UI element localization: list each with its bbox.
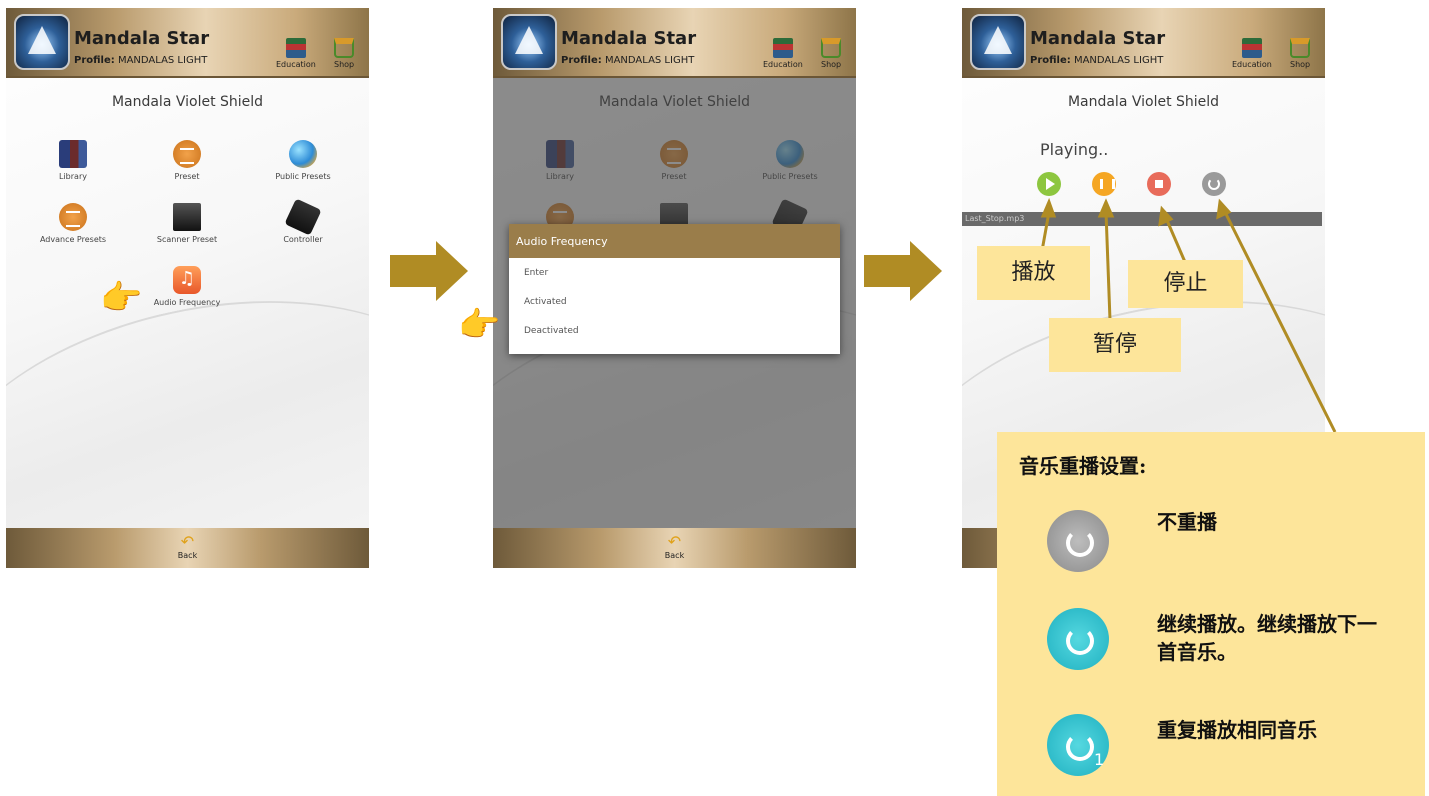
repeat-settings-legend: 音乐重播设置: 不重播 继续播放。继续播放下一首音乐。 重复播放相同音乐 1 — [997, 432, 1425, 796]
no-repeat-icon — [1047, 510, 1109, 572]
legend-no-repeat: 不重播 — [1157, 510, 1217, 534]
callout-play: 播放 — [977, 246, 1090, 300]
page-number: 1 — [1094, 750, 1105, 769]
callout-stop: 停止 — [1128, 260, 1243, 308]
legend-repeat-same: 重复播放相同音乐 — [1157, 718, 1317, 742]
legend-continue: 继续播放。继续播放下一首音乐。 — [1157, 612, 1377, 664]
legend-title: 音乐重播设置: — [1019, 454, 1147, 478]
continue-play-icon — [1047, 608, 1109, 670]
callout-pause: 暂停 — [1049, 318, 1181, 372]
